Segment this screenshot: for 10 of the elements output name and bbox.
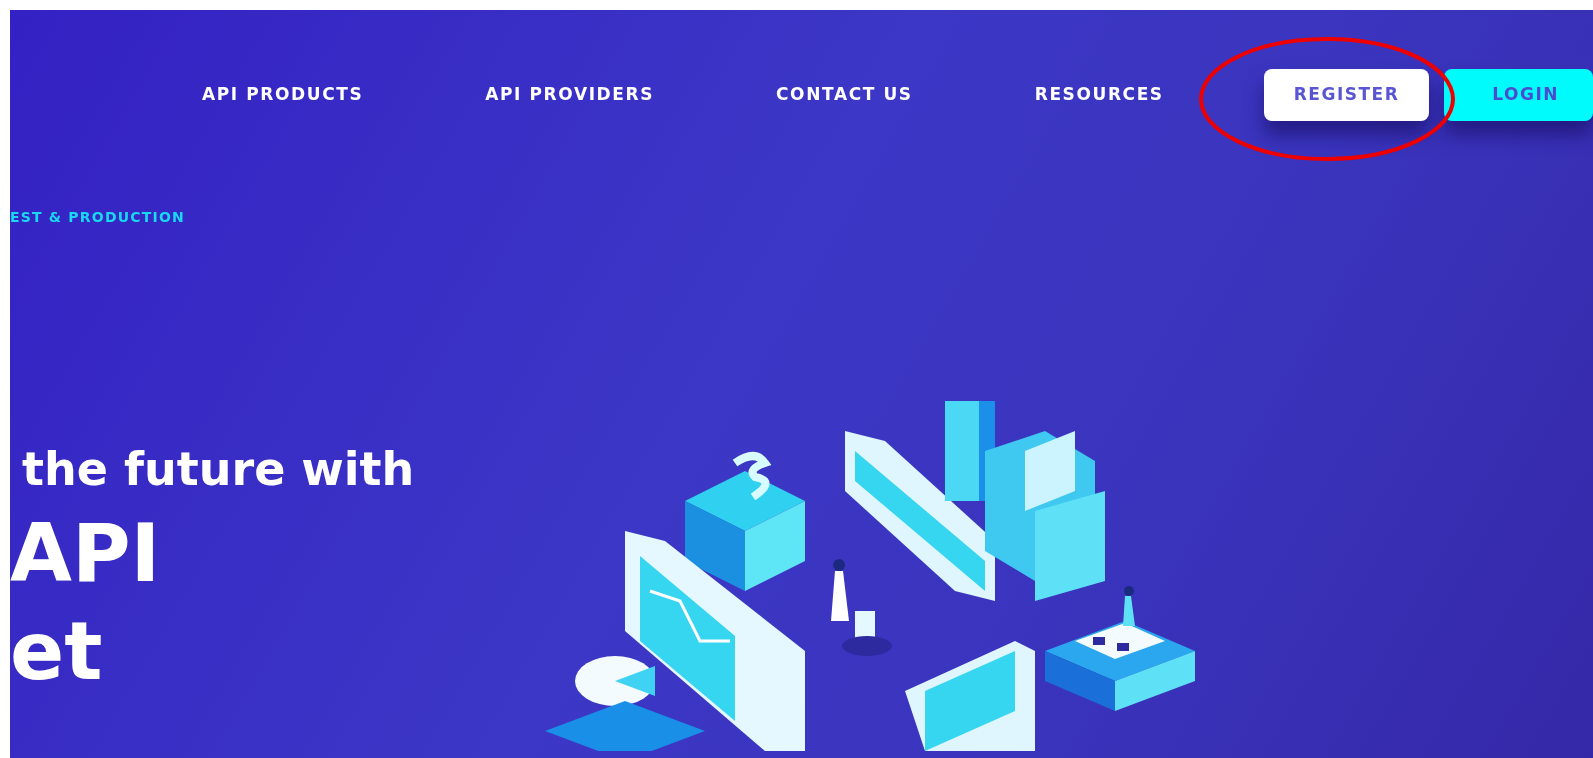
- nav-link[interactable]: API PROVIDERS: [485, 82, 655, 108]
- hero-heading: et: [10, 612, 104, 692]
- hero-tagline: EST & PRODUCTION: [10, 208, 186, 227]
- nav-link[interactable]: RESOURCES: [1034, 82, 1164, 108]
- nav-link[interactable]: API PRODUCTS: [202, 82, 364, 108]
- register-button[interactable]: REGISTER: [1263, 69, 1430, 121]
- hero-heading: the future with: [22, 446, 416, 492]
- hero-heading: API: [10, 514, 162, 594]
- nav-link[interactable]: CONTACT US: [776, 82, 913, 108]
- login-button[interactable]: LOGIN: [1444, 69, 1593, 121]
